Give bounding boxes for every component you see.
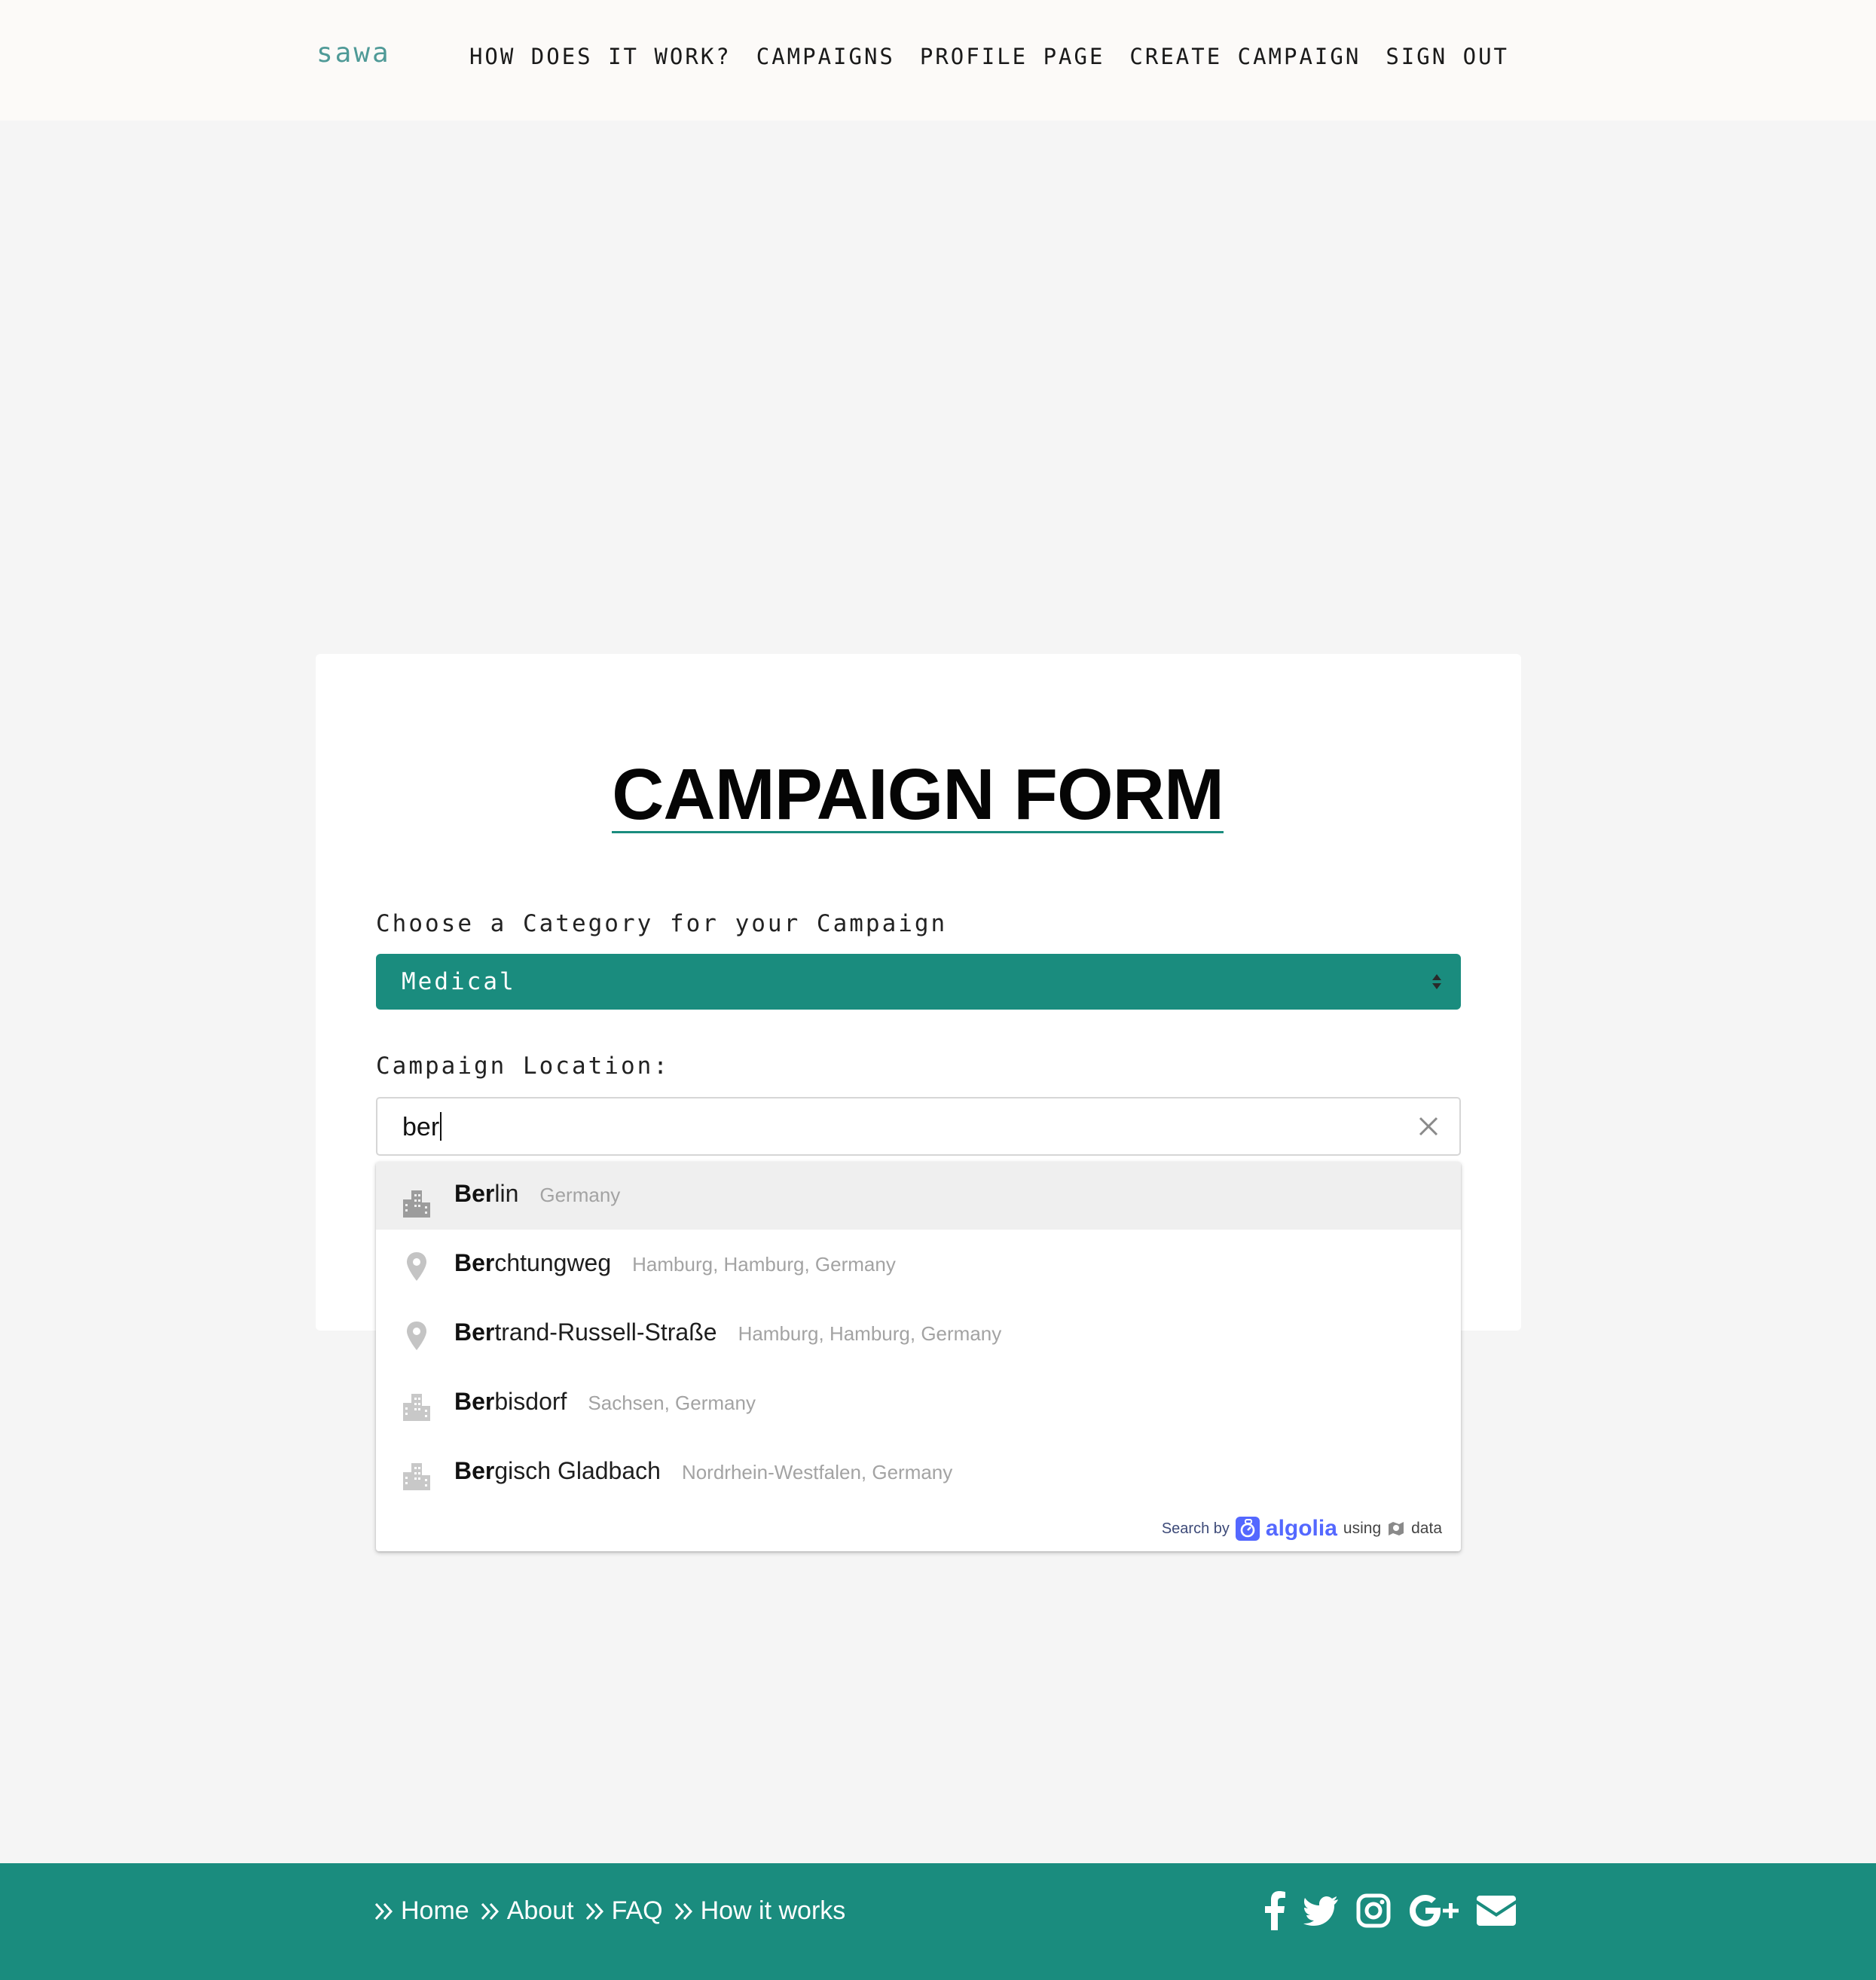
city-icon xyxy=(403,1463,430,1490)
attribution-brand: algolia xyxy=(1265,1516,1337,1541)
location-label: Campaign Location: xyxy=(376,1053,670,1080)
double-chevron-right-icon xyxy=(374,1902,393,1920)
suggestion-item[interactable]: Berchtungweg Hamburg, Hamburg, Germany xyxy=(376,1231,1461,1299)
double-chevron-right-icon xyxy=(585,1902,603,1920)
footer-link-how-it-works[interactable]: How it works xyxy=(674,1896,845,1926)
facebook-icon[interactable] xyxy=(1264,1890,1285,1931)
nav-profile-page[interactable]: PROFILE PAGE xyxy=(920,44,1105,69)
select-arrows-icon xyxy=(1432,974,1441,989)
map-pin-icon xyxy=(407,1252,426,1281)
page-title: CAMPAIGN FORM xyxy=(612,754,1224,835)
text-caret xyxy=(440,1112,442,1141)
nav-sign-out[interactable]: SIGN OUT xyxy=(1386,44,1509,69)
location-suggestions: Berlin Germany Berchtungweg Hamburg, Hambu… xyxy=(376,1162,1461,1551)
algolia-logo-icon xyxy=(1235,1517,1260,1541)
footer-link-about[interactable]: About xyxy=(480,1896,574,1926)
nav-links: HOW DOES IT WORK? CAMPAIGNS PROFILE PAGE… xyxy=(469,44,1509,69)
footer: Home About FAQ How it works xyxy=(0,1863,1876,1980)
suggestion-region: Germany xyxy=(539,1184,621,1206)
suggestion-item[interactable]: Berlin Germany xyxy=(376,1162,1461,1230)
suggestion-region: Nordrhein-Westfalen, Germany xyxy=(681,1461,953,1483)
attribution-using: using xyxy=(1343,1520,1382,1537)
category-select-value: Medical xyxy=(402,968,516,995)
algolia-attribution[interactable]: Search by algolia using data xyxy=(1162,1516,1442,1542)
attribution-search-by: Search by xyxy=(1161,1520,1230,1537)
category-select[interactable]: Medical xyxy=(376,954,1461,1010)
suggestion-match: Ber xyxy=(454,1249,495,1276)
instagram-icon[interactable] xyxy=(1356,1890,1391,1931)
double-chevron-right-icon xyxy=(481,1902,499,1920)
suggestion-rest: bisdorf xyxy=(494,1388,567,1415)
city-icon xyxy=(403,1190,430,1218)
location-input-value: ber xyxy=(402,1113,440,1141)
suggestion-rest: trand-Russell-Straße xyxy=(494,1318,717,1346)
nav-campaigns[interactable]: CAMPAIGNS xyxy=(756,44,895,69)
nav-how-it-works[interactable]: HOW DOES IT WORK? xyxy=(469,44,732,69)
category-label: Choose a Category for your Campaign xyxy=(376,910,948,937)
suggestion-region: Sachsen, Germany xyxy=(588,1392,756,1414)
attribution-data: data xyxy=(1411,1520,1442,1537)
footer-link-home[interactable]: Home xyxy=(374,1896,469,1926)
google-plus-icon[interactable] xyxy=(1409,1890,1459,1931)
osm-data-icon xyxy=(1389,1522,1404,1535)
suggestion-region: Hamburg, Hamburg, Germany xyxy=(738,1322,1002,1345)
suggestion-region: Hamburg, Hamburg, Germany xyxy=(632,1253,896,1276)
logo[interactable]: sawa xyxy=(316,38,391,69)
suggestion-item[interactable]: Bertrand-Russell-Straße Hamburg, Hamburg,… xyxy=(376,1300,1461,1368)
envelope-icon[interactable] xyxy=(1477,1890,1516,1931)
map-pin-icon xyxy=(407,1322,426,1350)
suggestion-match: Ber xyxy=(454,1388,495,1415)
footer-links: Home About FAQ How it works xyxy=(374,1896,845,1926)
suggestion-match: Ber xyxy=(454,1180,495,1207)
footer-link-faq[interactable]: FAQ xyxy=(585,1896,663,1926)
double-chevron-right-icon xyxy=(674,1902,692,1920)
clear-icon[interactable] xyxy=(1417,1115,1440,1138)
suggestion-match: Ber xyxy=(454,1318,495,1346)
navbar: sawa HOW DOES IT WORK? CAMPAIGNS PROFILE… xyxy=(0,0,1876,121)
city-icon xyxy=(403,1394,430,1421)
social-links xyxy=(1264,1890,1516,1931)
suggestion-rest: chtungweg xyxy=(494,1249,612,1276)
suggestion-item[interactable]: Berbisdorf Sachsen, Germany xyxy=(376,1370,1461,1438)
suggestion-match: Ber xyxy=(454,1457,495,1484)
nav-create-campaign[interactable]: CREATE CAMPAIGN xyxy=(1129,44,1361,69)
suggestion-rest: gisch Gladbach xyxy=(494,1457,661,1484)
suggestion-item[interactable]: Bergisch Gladbach Nordrhein-Westfalen, Ge… xyxy=(376,1439,1461,1507)
twitter-icon[interactable] xyxy=(1303,1890,1338,1931)
suggestion-rest: lin xyxy=(494,1180,519,1207)
location-input[interactable]: ber xyxy=(376,1097,1461,1156)
